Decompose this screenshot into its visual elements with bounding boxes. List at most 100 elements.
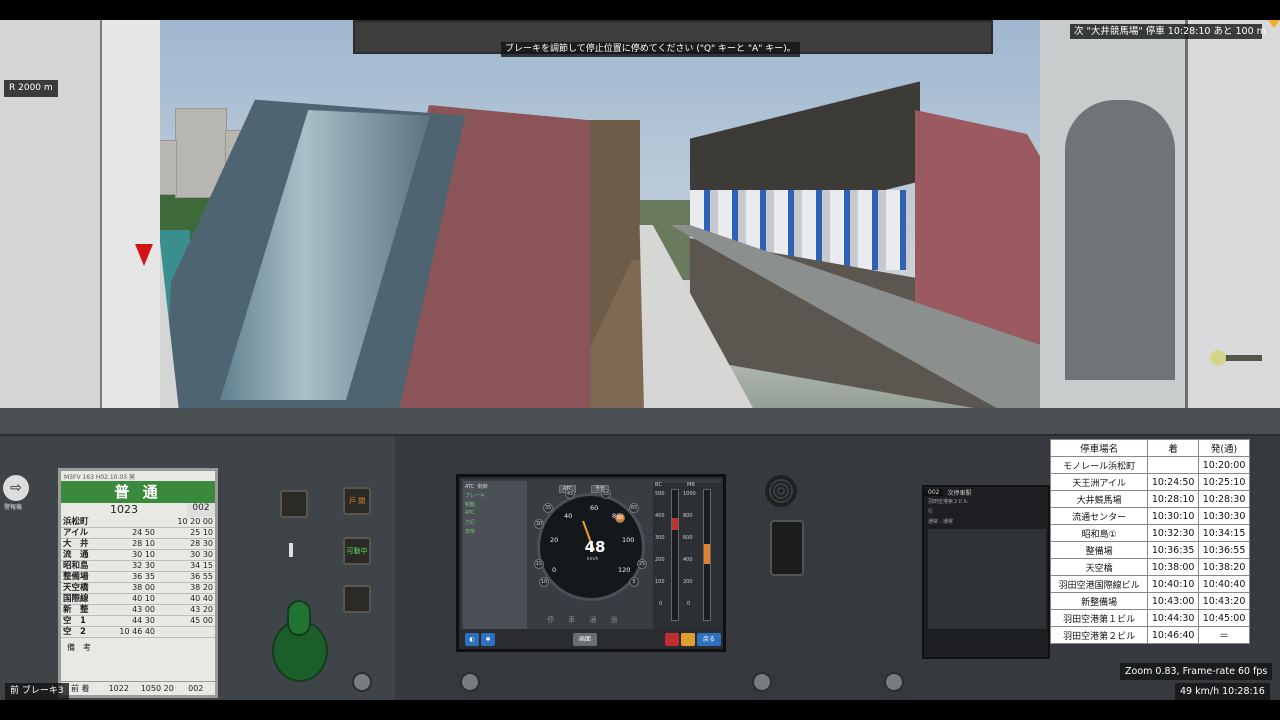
bc-label: BC — [655, 482, 662, 488]
station-arrive: 10:24:50 — [1147, 473, 1200, 491]
card-row: 大 井 28 10 28 30 — [61, 538, 215, 550]
screen-button[interactable]: 画面 — [573, 633, 597, 646]
card-station: 空 2 — [61, 626, 99, 638]
simulator-viewport[interactable]: ⇨ 警報機 M3FV 163 H02.10.03 発 普 通 1023 002 … — [0, 0, 1280, 720]
bc-level — [672, 518, 678, 530]
stop-position-marker — [135, 244, 153, 266]
mr-scale: 1000 — [683, 491, 696, 497]
screw — [884, 672, 904, 692]
bc-scale: 300 — [655, 535, 665, 541]
cab-knob[interactable] — [1210, 350, 1226, 366]
info-line2: 行 — [928, 509, 934, 515]
card-arrive: 44 30 — [99, 615, 157, 627]
monitor-buttons: ◐ ✱ 画面 戻る — [461, 631, 721, 649]
card-row: 空 1 44 30 45 00 — [61, 615, 215, 627]
master-controller-handle[interactable] — [287, 600, 311, 636]
station-depart: 10:45:00 — [1198, 609, 1250, 627]
train-number: 1023 — [110, 503, 138, 516]
station-name: 流通センター — [1049, 507, 1149, 525]
mr-scale: 800 — [683, 513, 693, 519]
station-row: 大井競馬場 10:28:10 10:28:30 — [1049, 490, 1250, 508]
station-depart: 10:36:55 — [1198, 541, 1250, 559]
back-button[interactable]: 戻る — [697, 633, 721, 646]
warning-button[interactable] — [681, 633, 695, 646]
col-depart: 発(通) — [1198, 439, 1250, 457]
col-station: 停車場名 — [1049, 439, 1149, 457]
speed-unit: km/h — [587, 557, 599, 562]
card-arrive: 40 10 — [99, 593, 157, 605]
brake-notch: 前 ブレーキ3 — [5, 683, 69, 700]
station-depart: 10:28:30 — [1198, 490, 1250, 508]
card-footer: 前 着 1022 1050 20 002 — [61, 681, 215, 695]
station-arrive: 10:38:00 — [1147, 558, 1200, 576]
brightness-icon[interactable]: ✱ — [481, 633, 495, 646]
atc-speed-dot: 35 — [543, 503, 553, 513]
operable-lamp[interactable]: 可動中 — [343, 537, 371, 565]
speed-mark: 40 — [564, 512, 573, 520]
info-monitor-header: 002 次停車駅 — [924, 487, 1048, 497]
station-name: 天王洲アイル — [1049, 473, 1149, 491]
mr-scale: 600 — [683, 535, 693, 541]
speed-mark: 20 — [550, 536, 559, 544]
mr-scale: 200 — [683, 579, 693, 585]
card-arrive: 32 30 — [99, 560, 157, 572]
panel-lamp-blank[interactable] — [280, 490, 308, 518]
col-arrive: 着 — [1147, 439, 1200, 457]
card-row: 浜松町 10 20 00 — [61, 517, 215, 528]
atc-speed-dot: 10 — [539, 577, 549, 587]
card-station: アイル — [61, 527, 99, 539]
card-footer-cell: 002 — [188, 684, 204, 693]
card-arrive: 43 00 — [99, 604, 157, 616]
toggle-switch[interactable] — [289, 543, 293, 557]
letterbox-bottom — [0, 700, 1280, 720]
atc-speed-dot: 5 — [629, 577, 639, 587]
card-station: 空 1 — [61, 615, 99, 627]
speaker-grille — [765, 475, 797, 507]
card-depart: 25 10 — [157, 527, 215, 539]
card-arrive — [99, 517, 157, 528]
station-row: 羽田空港国際線ビル 10:40:10 10:40:40 — [1049, 575, 1250, 593]
card-depart: 30 30 — [157, 549, 215, 561]
station-name: 天空橋 — [1049, 558, 1149, 576]
card-row: アイル 24 50 25 10 — [61, 527, 215, 539]
panel-lamp-blank-2[interactable] — [343, 585, 371, 613]
card-row: 整備場 36 35 36 55 — [61, 571, 215, 583]
card-station: 整備場 — [61, 571, 99, 583]
bc-scale: 500 — [655, 491, 665, 497]
card-row: 国際線 40 10 40 40 — [61, 593, 215, 605]
atc-speed-dot: 25 — [637, 559, 647, 569]
car-code: 002 — [187, 503, 215, 517]
card-depart: 36 55 — [157, 571, 215, 583]
pressure-gauges: BC MR 500 400 300 200 100 0 1000 800 600… — [653, 482, 721, 629]
speed-clock: 49 km/h 10:28:16 — [1175, 683, 1270, 700]
station-arrive: 10:44:30 — [1147, 609, 1200, 627]
card-arrive: 24 50 — [99, 527, 157, 539]
station-row: モノレール浜松町 10:20:00 — [1049, 456, 1250, 474]
mr-scale: 0 — [687, 601, 691, 607]
station-arrive: 10:40:10 — [1147, 575, 1200, 593]
card-depart — [157, 626, 215, 638]
display-mode-icon[interactable]: ◐ — [465, 633, 479, 646]
horn-button[interactable]: ⇨ — [3, 475, 29, 501]
station-timetable: 停車場名 着 発(通) モノレール浜松町 10:20:00 天王洲アイル 10:24:… — [1049, 439, 1250, 644]
brake-instruction: ブレーキを調節して停止位置に停めてください ("Q" キーと "A" キー)。 — [501, 42, 800, 57]
card-arrive: 28 10 — [99, 538, 157, 550]
mr-gauge — [703, 489, 711, 621]
status-row: 制動 — [465, 502, 476, 508]
station-depart: 10:25:10 — [1198, 473, 1250, 491]
station-row: 新整備場 10:43:00 10:43:20 — [1049, 592, 1250, 610]
info-line3: 通常 ‐ 通常 — [928, 519, 953, 525]
corner-arrow-icon[interactable] — [1268, 20, 1280, 28]
dashboard-top — [0, 408, 1280, 436]
bc-scale: 100 — [655, 579, 665, 585]
station-arrive — [1147, 456, 1200, 474]
key-slot[interactable] — [770, 520, 804, 576]
card-footer-cell: 1022 — [108, 684, 129, 693]
screw — [352, 672, 372, 692]
card-station: 国際線 — [61, 593, 99, 605]
door-close-lamp[interactable]: 戸 閉 — [343, 487, 371, 515]
station-timetable-header: 停車場名 着 発(通) — [1049, 439, 1250, 457]
info-destination: 羽田空港第２ビル — [928, 499, 969, 505]
alert-button[interactable] — [665, 633, 679, 646]
station-name: 羽田空港第２ビル — [1049, 626, 1149, 644]
